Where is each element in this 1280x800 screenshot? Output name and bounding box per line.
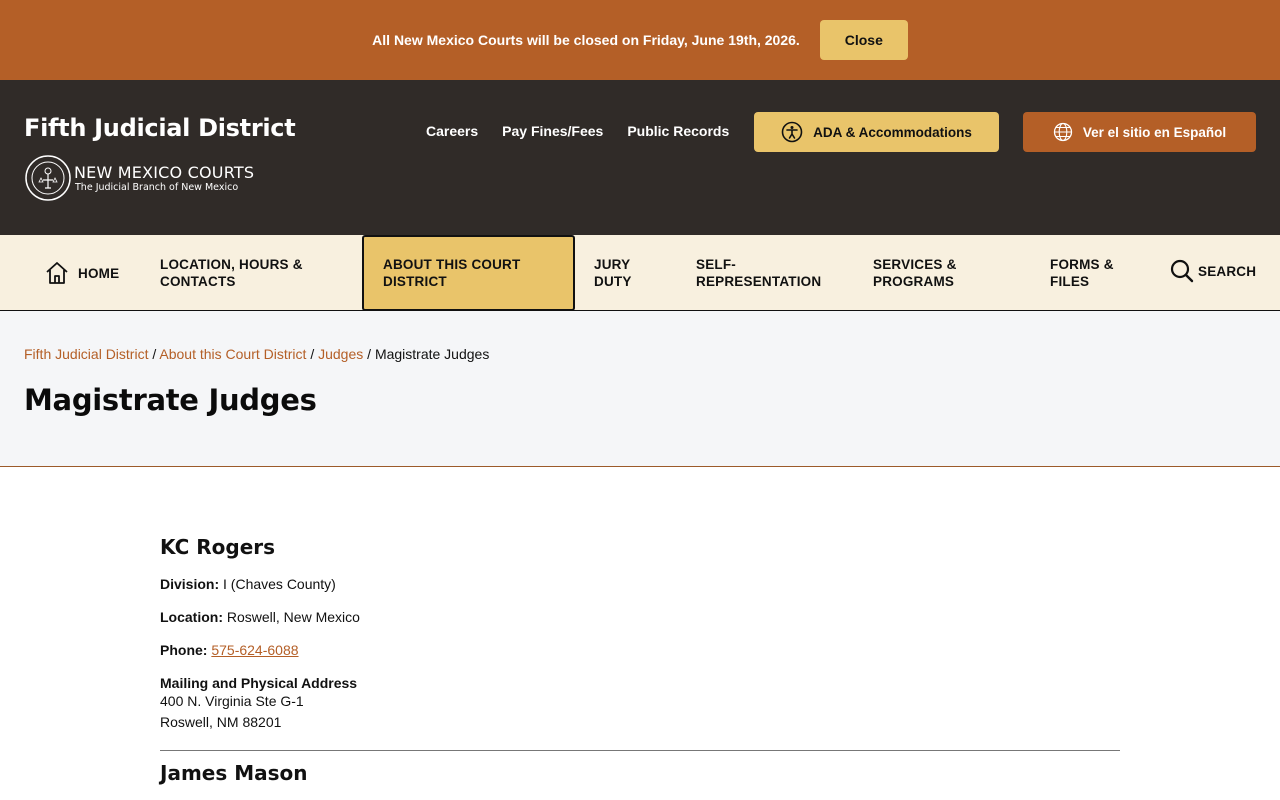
spanish-label: Ver el sitio en Español	[1082, 124, 1227, 140]
address-line-1: 400 N. Virginia Ste G-1	[160, 693, 304, 709]
alert-close-button[interactable]: Close	[819, 20, 908, 60]
nav-forms-line2: FILES	[1050, 274, 1090, 289]
main-nav: HOME LOCATION, HOURS & CONTACTS ABOUT THI…	[0, 235, 1280, 311]
divider	[160, 750, 1120, 751]
ada-label: ADA & Accommodations	[813, 124, 972, 140]
judge-phone: Phone: 575-624-6088	[160, 642, 1120, 658]
nav-services-programs[interactable]: SERVICES & PROGRAMS	[873, 235, 957, 311]
phone-label: Phone:	[160, 642, 208, 658]
nav-about-this-court-district[interactable]: ABOUT THIS COURT DISTRICT	[362, 235, 575, 311]
breadcrumb-separator: /	[306, 346, 319, 362]
judge-entry: KC Rogers Division: I (Chaves County) Lo…	[160, 535, 1120, 733]
page-title: Magistrate Judges	[24, 383, 317, 417]
judge-division: Division: I (Chaves County)	[160, 576, 1120, 592]
judge-entry: James Mason	[160, 761, 1120, 785]
division-label: Division:	[160, 576, 220, 592]
judge-name: James Mason	[160, 761, 308, 785]
address-label: Mailing and Physical Address	[160, 675, 358, 691]
judge-name: KC Rogers	[160, 535, 276, 559]
address-line-2: Roswell, NM 88201	[160, 714, 282, 730]
breadcrumb-separator: /	[363, 346, 375, 362]
site-title[interactable]: Fifth Judicial District	[24, 114, 296, 142]
nav-forms-line1: FORMS &	[1050, 257, 1114, 272]
location-label: Location:	[160, 609, 223, 625]
nav-jury-duty[interactable]: JURY DUTY	[594, 235, 632, 311]
court-seal-icon	[25, 155, 71, 201]
breadcrumb-current: Magistrate Judges	[374, 346, 490, 362]
nav-home-label: HOME	[78, 265, 120, 281]
logo-subtitle: The Judicial Branch of New Mexico	[75, 181, 239, 193]
judges-list: KC Rogers Division: I (Chaves County) Lo…	[160, 535, 1120, 785]
nav-self-line1: SELF-	[696, 257, 736, 272]
spanish-site-button[interactable]: Ver el sitio en Español	[1023, 112, 1256, 152]
pay-fines-link[interactable]: Pay Fines/Fees	[502, 123, 603, 139]
judge-location: Location: Roswell, New Mexico	[160, 609, 1120, 625]
utility-links: Careers Pay Fines/Fees Public Records	[426, 123, 753, 139]
search-icon	[1170, 259, 1194, 283]
nav-forms-files[interactable]: FORMS & FILES	[1050, 235, 1114, 311]
page-hero: Fifth Judicial District / About this Cou…	[0, 311, 1280, 467]
breadcrumb-link-about[interactable]: About this Court District	[159, 346, 306, 362]
nav-search-label: SEARCH	[1198, 263, 1257, 279]
nav-jury-line1: JURY	[594, 257, 631, 272]
breadcrumb-link-judges[interactable]: Judges	[318, 346, 363, 362]
breadcrumb-separator: /	[148, 346, 160, 362]
breadcrumb: Fifth Judicial District / About this Cou…	[24, 346, 489, 362]
nav-about-line2: DISTRICT	[383, 274, 447, 289]
public-records-link[interactable]: Public Records	[627, 123, 729, 139]
nav-location-line2: CONTACTS	[160, 274, 236, 289]
nav-location-line1: LOCATION, HOURS &	[160, 257, 303, 272]
nav-about-line1: ABOUT THIS COURT	[383, 257, 521, 272]
phone-link[interactable]: 575-624-6088	[211, 642, 298, 658]
ada-accommodations-button[interactable]: ADA & Accommodations	[754, 112, 999, 152]
careers-link[interactable]: Careers	[426, 123, 478, 139]
location-value: Roswell, New Mexico	[223, 609, 360, 625]
nm-courts-logo[interactable]: NEW MEXICO COURTS The Judicial Branch of…	[24, 154, 254, 202]
breadcrumb-link-home[interactable]: Fifth Judicial District	[24, 346, 148, 362]
alert-banner: All New Mexico Courts will be closed on …	[0, 0, 1280, 80]
alert-message: All New Mexico Courts will be closed on …	[372, 32, 800, 48]
nav-jury-line2: DUTY	[594, 274, 632, 289]
nav-self-representation[interactable]: SELF- REPRESENTATION	[696, 235, 821, 311]
nav-search[interactable]: SEARCH	[1170, 233, 1256, 309]
nav-services-line2: PROGRAMS	[873, 274, 955, 289]
accessibility-icon	[781, 121, 803, 143]
nav-home[interactable]: HOME	[44, 235, 119, 311]
globe-icon	[1053, 122, 1072, 142]
site-header: Fifth Judicial District NEW MEXICO COURT…	[0, 80, 1280, 235]
logo-name: NEW MEXICO COURTS	[74, 162, 255, 182]
nav-services-line1: SERVICES &	[873, 257, 957, 272]
nav-self-line2: REPRESENTATION	[696, 274, 822, 289]
nav-location-hours-contacts[interactable]: LOCATION, HOURS & CONTACTS	[160, 235, 303, 311]
division-value: I (Chaves County)	[219, 576, 336, 592]
home-icon	[46, 262, 68, 284]
